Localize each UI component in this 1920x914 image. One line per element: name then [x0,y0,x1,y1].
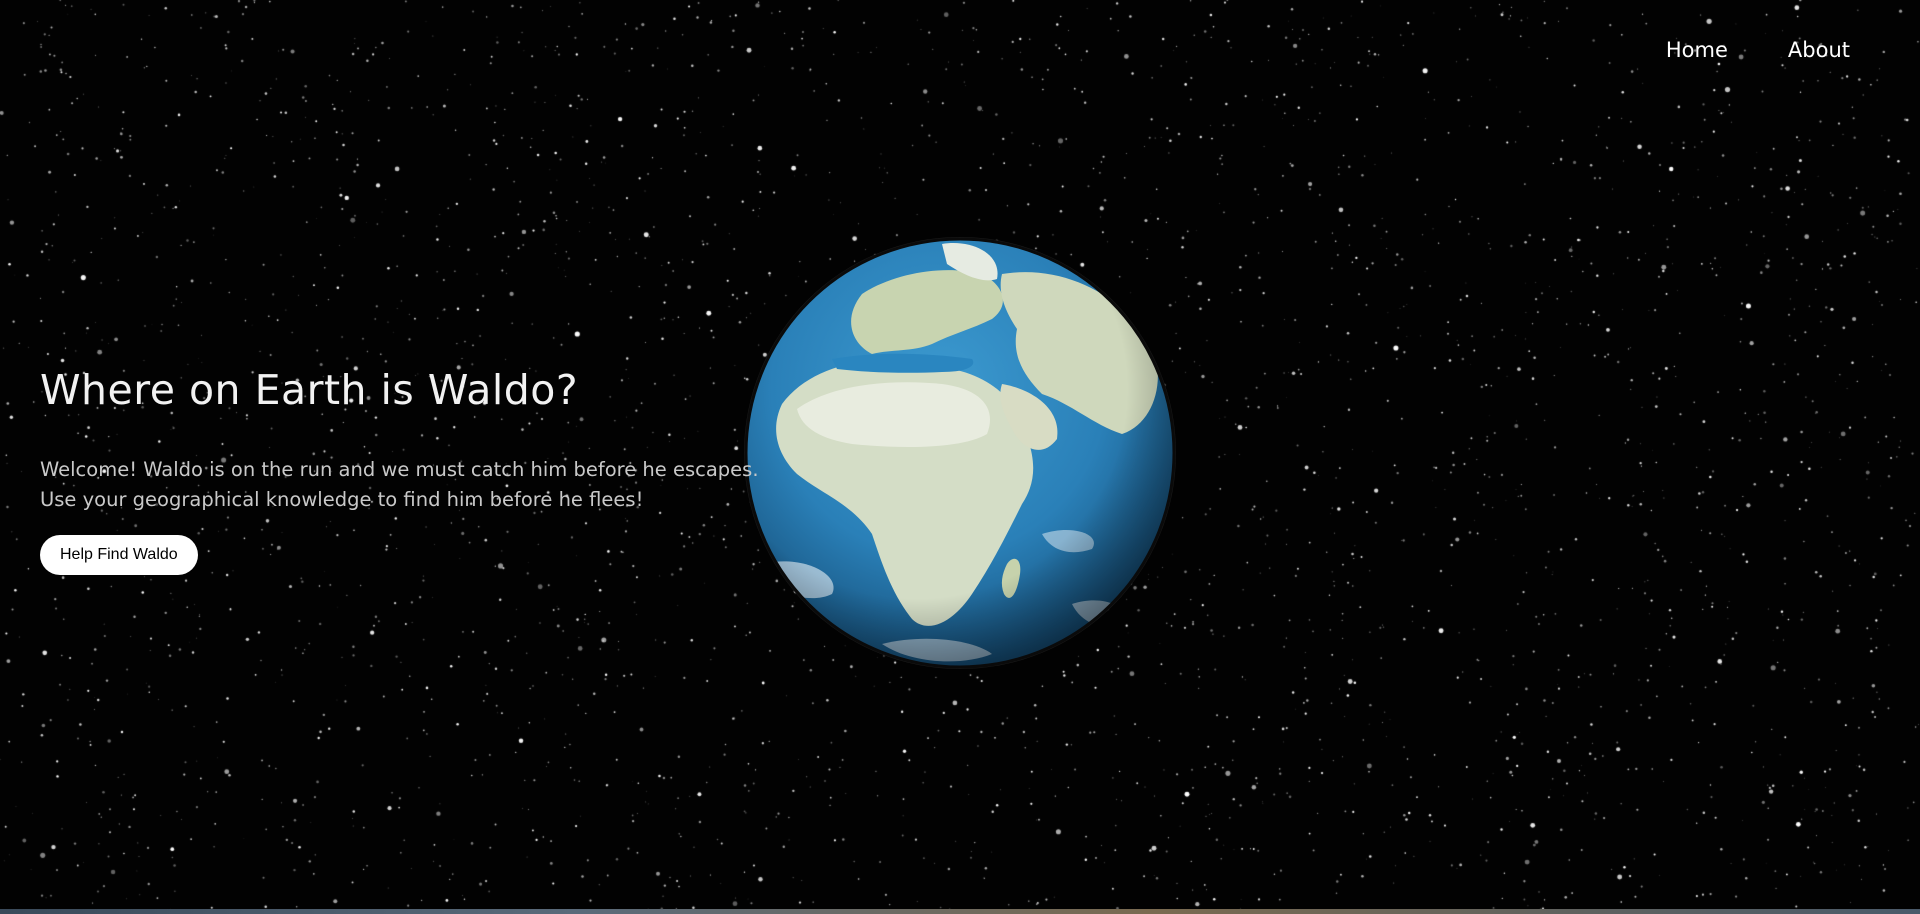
earth-globe[interactable] [742,234,1178,672]
hero-description-line-1: Welcome! Waldo is on the run and we must… [40,458,759,482]
nav-about-link[interactable]: About [1788,38,1850,62]
earth-globe-graphic [744,237,1176,669]
page-title: Where on Earth is Waldo? [40,366,579,414]
help-find-waldo-button[interactable]: Help Find Waldo [40,535,198,576]
nav-home-link[interactable]: Home [1666,38,1728,62]
bottom-strip [0,909,1920,914]
hero-description-line-2: Use your geographical knowledge to find … [40,488,644,512]
page: Home About Where on Earth is Waldo? Welc… [0,0,1920,914]
top-nav: Home About [1666,38,1850,62]
hero-section: Where on Earth is Waldo? Welcome! Waldo … [40,366,800,576]
hero-description: Welcome! Waldo is on the run and we must… [40,455,800,515]
